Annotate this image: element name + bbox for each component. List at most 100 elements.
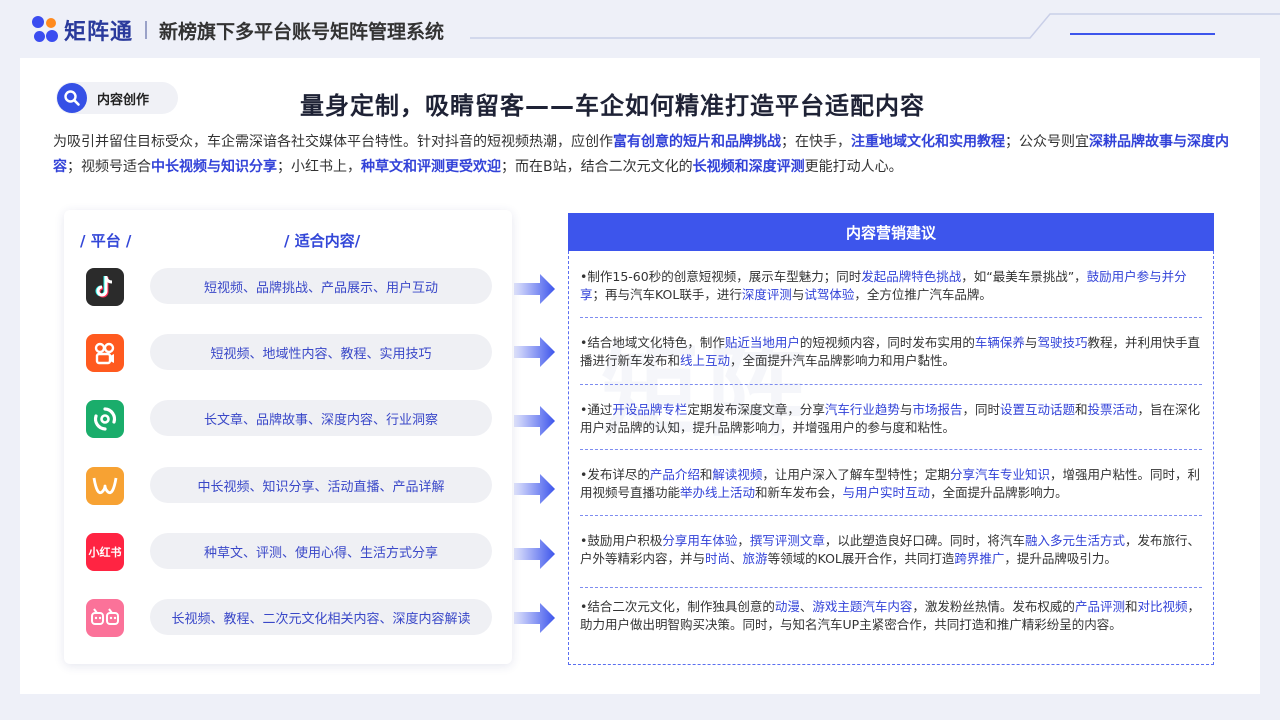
highlight-text: 贴近当地用户: [724, 335, 800, 350]
advice-segment: •通过: [580, 402, 613, 417]
logo: 矩阵通 新榜旗下多平台账号矩阵管理系统: [32, 14, 444, 46]
search-icon: [57, 83, 87, 113]
platform-content-kuaishou: 短视频、地域性内容、教程、实用技巧: [150, 334, 492, 370]
advice-text-kuaishou: •结合地域文化特色，制作贴近当地用户的短视频内容，同时发布实用的车辆保养与驾驶技…: [580, 334, 1202, 370]
advice-segment: •制作15-60秒的创意短视频，展示车型魅力；同时: [580, 269, 862, 284]
advice-text-wechat-official: •通过开设品牌专栏定期发布深度文章，分享汽车行业趋势与市场报告，同时设置互动话题…: [580, 401, 1202, 437]
advice-segment: ，全面提升品牌影响力。: [930, 485, 1068, 500]
row-divider: [580, 449, 1202, 450]
highlight-text: 开设品牌专栏: [612, 402, 688, 417]
bilibili-icon: [86, 599, 124, 637]
platform-content-bilibili: 长视频、教程、二次元文化相关内容、深度内容解读: [150, 599, 492, 635]
advice-segment: ，全方位推广汽车品牌。: [854, 287, 992, 302]
advice-segment: 等领域的KOL展开合作，共同打造: [767, 551, 955, 566]
highlight-text: 撰写评测文章: [749, 533, 825, 548]
highlight-text: 旅游: [742, 551, 768, 566]
advice-segment: 与: [791, 287, 805, 302]
advice-text-wechat-channels: •发布详尽的产品介绍和解读视频，让用户深入了解车型特性；定期分享汽车专业知识，增…: [580, 466, 1202, 502]
advice-segment: ；再与汽车KOL联手，进行: [592, 287, 742, 302]
advice-heading: 内容营销建议: [568, 213, 1214, 251]
arrow-right-icon: [514, 337, 555, 367]
row-divider: [580, 515, 1202, 516]
advice-segment: ，如“最美车景挑战”，: [961, 269, 1087, 284]
advice-segment: •结合二次元文化，制作独具创意的: [580, 599, 775, 614]
douyin-icon: [86, 268, 124, 306]
arrow-right-icon: [514, 539, 555, 569]
highlight-text: 深度评测: [741, 287, 792, 302]
advice-segment: ，全面提升汽车品牌影响力和用户黏性。: [730, 353, 956, 368]
highlight-text: 产品介绍: [649, 467, 700, 482]
advice-segment: 与: [899, 402, 913, 417]
arrow-right-icon: [514, 474, 555, 504]
platform-content-wechat-official: 长文章、品牌故事、深度内容、行业洞察: [150, 400, 492, 436]
advice-segment: 和: [699, 467, 713, 482]
row-divider: [580, 317, 1202, 318]
wechat-official-icon: [86, 400, 124, 438]
highlight-text: 解读视频: [712, 467, 763, 482]
kuaishou-icon: [86, 334, 124, 372]
advice-segment: 和: [1074, 402, 1088, 417]
header-decor-line: [470, 13, 1280, 39]
header-divider: [145, 21, 148, 39]
section-badge: 内容创作: [56, 82, 178, 114]
row-divider: [580, 587, 1202, 588]
column-header-platform: / 平台 /: [80, 232, 132, 250]
arrow-right-icon: [514, 406, 555, 436]
highlight-text: 试驾体验: [804, 287, 855, 302]
xiaohongshu-icon: 小红书: [86, 533, 124, 571]
advice-text-bilibili: •结合二次元文化，制作独具创意的动漫、游戏主题汽车内容，激发粉丝热情。发布权威的…: [580, 598, 1202, 634]
advice-segment: •鼓励用户积极: [580, 533, 663, 548]
advice-segment: 定期发布深度文章，分享: [687, 402, 825, 417]
advice-segment: ，激发粉丝热情。发布权威的: [912, 599, 1075, 614]
advice-text-xiaohongshu: •鼓励用户积极分享用车体验，撰写评测文章，以此塑造良好口碑。同时，将汽车融入多元…: [580, 532, 1202, 568]
highlight-text: 线上互动: [680, 353, 731, 368]
advice-segment: 的短视频内容，同时发布实用的: [799, 335, 975, 350]
header: 矩阵通 新榜旗下多平台账号矩阵管理系统: [0, 0, 1280, 56]
highlight-text: 市场报告: [912, 402, 963, 417]
highlight-text: 举办线上活动: [680, 485, 756, 500]
advice-segment: 和新车发布会，: [755, 485, 843, 500]
advice-segment: ，: [737, 533, 750, 548]
highlight-text: 驾驶技巧: [1037, 335, 1088, 350]
highlight-text: 时尚: [705, 551, 731, 566]
advice-segment: 与: [1024, 335, 1038, 350]
highlight-text: 投票活动: [1087, 402, 1138, 417]
advice-text-douyin: •制作15-60秒的创意短视频，展示车型魅力；同时发起品牌特色挑战，如“最美车景…: [580, 268, 1202, 304]
column-header-content: / 适合内容/: [284, 232, 361, 250]
highlight-text: 与用户实时互动: [842, 485, 931, 500]
highlight-text: 对比视频: [1137, 599, 1188, 614]
advice-segment: ，以此塑造良好口碑。同时，将汽车: [824, 533, 1025, 548]
highlight-text: 车辆保养: [974, 335, 1025, 350]
wechat-channels-icon: [86, 467, 124, 505]
arrow-right-icon: [514, 603, 555, 633]
advice-segment: ，让用户深入了解车型特性；定期: [762, 467, 950, 482]
highlight-text: 融入多元生活方式: [1024, 533, 1125, 548]
xiaohongshu-label: 小红书: [88, 546, 122, 559]
advice-segment: ，提升品牌吸引力。: [1004, 551, 1117, 566]
highlight-text: 设置互动话题: [999, 402, 1075, 417]
platform-content-wechat-channels: 中长视频、知识分享、活动直播、产品详解: [150, 467, 492, 503]
logo-text: 矩阵通: [64, 20, 134, 45]
row-divider: [580, 384, 1202, 385]
advice-segment: 、: [730, 551, 743, 566]
advice-segment: 、: [799, 599, 813, 614]
highlight-text: 分享汽车专业知识: [949, 467, 1050, 482]
intro-paragraph: 为吸引并留住目标受众，车企需深谙各社交媒体平台特性。针对抖音的短视频热潮，应创作…: [53, 134, 1229, 175]
highlight-text: 动漫: [774, 599, 800, 614]
header-title: 新榜旗下多平台账号矩阵管理系统: [159, 20, 445, 43]
badge-label: 内容创作: [97, 92, 150, 108]
advice-segment: 和: [1124, 599, 1138, 614]
logo-mark-icon: [32, 16, 60, 44]
platform-content-douyin: 短视频、品牌挑战、产品展示、用户互动: [150, 268, 492, 304]
advice-segment: •结合地域文化特色，制作: [580, 335, 725, 350]
advice-segment: ，同时: [962, 402, 1000, 417]
highlight-text: 汽车行业趋势: [824, 402, 900, 417]
highlight-text: 分享用车体验: [662, 533, 738, 548]
page-title: 量身定制，吸睛留客——车企如何精准打造平台适配内容: [300, 92, 925, 120]
advice-segment: •发布详尽的: [580, 467, 650, 482]
highlight-text: 发起品牌特色挑战: [861, 269, 962, 284]
highlight-text: 游戏主题汽车内容: [812, 599, 913, 614]
highlight-text: 产品评测: [1074, 599, 1125, 614]
highlight-text: 跨界推广: [954, 551, 1005, 566]
platform-content-xiaohongshu: 种草文、评测、使用心得、生活方式分享: [150, 533, 492, 569]
